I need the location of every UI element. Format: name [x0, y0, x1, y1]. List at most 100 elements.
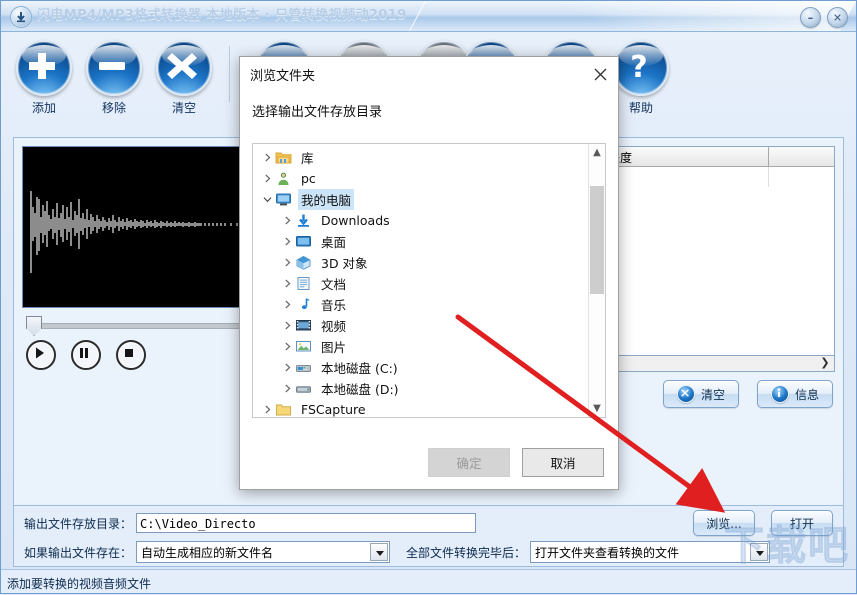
toolbar-button-add[interactable]: 添加	[9, 40, 79, 116]
status-bar: 添加要转换的视频音频文件	[1, 569, 856, 593]
file-exists-label: 如果输出文件存在：	[24, 545, 133, 560]
title-bar: 闪电MP4/MP3格式转换器 本地版本 · 只管转换视频动2019 – ✕	[1, 1, 856, 32]
chevron-right-icon[interactable]	[279, 378, 295, 399]
open-button[interactable]: 打开	[771, 510, 833, 536]
toolbar-button-clear[interactable]: 清空	[149, 40, 219, 116]
tree-node-4[interactable]: 桌面	[253, 231, 588, 252]
after-conversion-select[interactable]: 打开文件夹查看转换的文件	[530, 541, 771, 563]
close-window-icon: ✕	[832, 11, 843, 24]
tree-vertical-scrollbar[interactable]: ▲ ▼	[588, 144, 605, 417]
tree-node-8[interactable]: 视频	[253, 315, 588, 336]
info-label: 信息	[794, 387, 819, 402]
tree-node-5[interactable]: 3D 对象	[253, 252, 588, 273]
browse-folder-dialog: 浏览文件夹 选择输出文件存放目录 库 pc 我的电脑 Downloads 桌面 3D 对象…	[239, 56, 619, 490]
browse-button[interactable]: 浏览...	[693, 510, 755, 536]
dialog-buttons: 确定 取消	[428, 448, 604, 477]
after-conversion-value: 打开文件夹查看转换的文件	[535, 546, 680, 560]
info-button[interactable]: 信息	[757, 380, 833, 408]
chevron-down-icon-2[interactable]	[750, 543, 769, 561]
chevron-right-icon[interactable]	[259, 168, 275, 189]
tree-node-label: 图片	[321, 340, 347, 355]
cancel-button[interactable]: 取消	[522, 448, 604, 477]
chevron-right-icon[interactable]	[279, 210, 295, 231]
folder-tree[interactable]: 库 pc 我的电脑 Downloads 桌面 3D 对象文档音乐视频图片本地磁盘 (C:)…	[252, 143, 606, 418]
close-window-button[interactable]: ✕	[827, 7, 848, 28]
pictures-icon	[295, 339, 313, 355]
chevron-right-icon[interactable]	[259, 399, 275, 417]
window-title: 闪电MP4/MP3格式转换器 本地版本 · 只管转换视频动2019	[37, 8, 407, 23]
tree-node-label: 本地磁盘 (D:)	[321, 382, 399, 397]
info-circle-icon	[770, 385, 789, 403]
play-button[interactable]	[26, 340, 56, 370]
tree-node-1[interactable]: pc	[253, 168, 588, 189]
chevron-down-icon[interactable]	[370, 543, 389, 561]
chevron-right-icon[interactable]: ❯	[818, 356, 832, 370]
scroll-up-icon[interactable]: ▲	[589, 144, 605, 161]
tree-node-label: pc	[301, 171, 316, 186]
scroll-down-icon[interactable]: ▼	[589, 400, 605, 417]
tree-scroll-thumb[interactable]	[590, 186, 604, 294]
plus-icon	[16, 40, 72, 96]
tree-node-label: 桌面	[321, 235, 347, 250]
chevron-right-icon[interactable]	[279, 231, 295, 252]
chevron-right-icon[interactable]	[279, 294, 295, 315]
tree-node-label: 音乐	[321, 298, 347, 313]
seek-thumb[interactable]	[26, 316, 42, 336]
tree-node-6[interactable]: 文档	[253, 273, 588, 294]
computer-icon	[275, 192, 293, 208]
chevron-down-icon[interactable]	[259, 189, 275, 210]
close-icon[interactable]	[586, 61, 614, 87]
tree-node-3[interactable]: Downloads	[253, 210, 588, 231]
tree-node-label: Downloads	[321, 213, 390, 228]
waveform-display	[22, 146, 254, 308]
tree-node-9[interactable]: 图片	[253, 336, 588, 357]
pause-button[interactable]	[71, 340, 101, 370]
output-dir-label: 输出文件存放目录：	[24, 516, 133, 531]
toolbar-label-remove: 移除	[101, 101, 126, 115]
chevron-right-icon[interactable]	[279, 336, 295, 357]
status-text: 添加要转换的视频音频文件	[7, 577, 152, 591]
output-dir-input[interactable]: C:\Video_Directo	[136, 513, 477, 533]
file-exists-select[interactable]: 自动生成相应的新文件名	[136, 541, 391, 563]
output-dir-row: 输出文件存放目录： C:\Video_Directo 浏览... 打开	[24, 510, 833, 536]
tree-node-label: 3D 对象	[321, 256, 368, 271]
chevron-right-icon[interactable]	[279, 357, 295, 378]
documents-icon	[295, 276, 313, 292]
toolbar-separator	[229, 46, 230, 102]
tree-node-10[interactable]: 本地磁盘 (C:)	[253, 357, 588, 378]
user-icon	[275, 171, 293, 187]
conflict-and-after-row: 如果输出文件存在： 自动生成相应的新文件名 全部文件转换完毕后： 打开文件夹查看…	[24, 540, 833, 564]
clear-list-button[interactable]: 清空	[663, 380, 739, 408]
folder-icon	[275, 402, 293, 418]
library-folder-icon	[275, 150, 293, 166]
chevron-right-icon[interactable]	[279, 315, 295, 336]
chevron-right-icon[interactable]	[279, 252, 295, 273]
dialog-subtitle: 选择输出文件存放目录	[252, 105, 383, 120]
tree-node-0[interactable]: 库	[253, 147, 588, 168]
application-window: 闪电MP4/MP3格式转换器 本地版本 · 只管转换视频动2019 – ✕ 添加	[0, 0, 857, 594]
system-drive-icon	[295, 360, 313, 376]
toolbar-button-remove[interactable]: 移除	[79, 40, 149, 116]
list-action-buttons: 清空 信息	[663, 380, 833, 408]
music-icon	[295, 297, 313, 313]
tree-node-label: 库	[301, 151, 314, 166]
tree-node-label: 视频	[321, 319, 347, 334]
window-controls: – ✕	[800, 7, 848, 28]
minimize-button[interactable]: –	[800, 7, 821, 28]
minimize-icon: –	[807, 11, 814, 24]
tree-node-12[interactable]: FSCapture	[253, 399, 588, 418]
file-exists-value: 自动生成相应的新文件名	[141, 546, 274, 560]
tree-node-label: 文档	[321, 277, 347, 292]
svg-text:?: ?	[630, 50, 647, 85]
chevron-right-icon[interactable]	[259, 147, 275, 168]
tree-node-label: 本地磁盘 (C:)	[321, 361, 398, 376]
chevron-right-icon[interactable]	[279, 273, 295, 294]
tree-node-7[interactable]: 音乐	[253, 294, 588, 315]
toolbar-label-add: 添加	[31, 101, 56, 115]
ok-button[interactable]: 确定	[428, 448, 510, 477]
seek-slider[interactable]	[22, 316, 252, 336]
stop-button[interactable]	[116, 340, 146, 370]
output-settings-form: 输出文件存放目录： C:\Video_Directo 浏览... 打开 如果输出…	[13, 505, 844, 567]
tree-node-2[interactable]: 我的电脑	[253, 189, 588, 210]
tree-node-11[interactable]: 本地磁盘 (D:)	[253, 378, 588, 399]
